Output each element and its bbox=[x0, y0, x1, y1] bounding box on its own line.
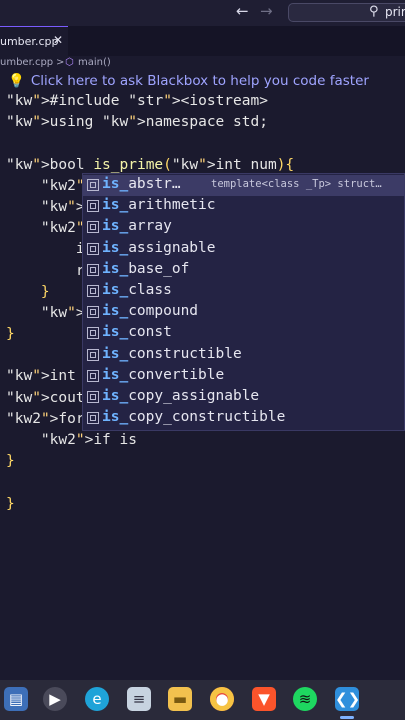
suggestion-item[interactable]: is_copy_assignable bbox=[83, 387, 404, 408]
struct-icon bbox=[87, 348, 99, 361]
suggestion-match: is_ bbox=[102, 409, 129, 426]
autocomplete-popup: is_abstr… template<class _Tp> struct… is… bbox=[82, 173, 405, 431]
suggestion-rest: convertible bbox=[128, 366, 225, 383]
suggestion-rest: class bbox=[128, 282, 172, 298]
suggestion-rest: array bbox=[128, 218, 172, 235]
tab-number-cpp[interactable]: umber.cpp ✕ bbox=[0, 26, 68, 56]
struct-icon bbox=[87, 412, 99, 425]
suggestion-item[interactable]: is_constructible bbox=[83, 345, 404, 366]
suggestion-item[interactable]: is_base_of bbox=[83, 260, 404, 281]
struct-icon bbox=[87, 263, 99, 276]
struct-icon bbox=[87, 369, 99, 382]
code-line: } bbox=[6, 495, 15, 512]
struct-icon bbox=[87, 200, 99, 213]
cube-icon: ⬡ bbox=[65, 57, 74, 68]
tab-bar: umber.cpp ✕ bbox=[0, 26, 405, 56]
breadcrumb-separator: > bbox=[56, 57, 65, 68]
suggestion-match: is_ bbox=[102, 324, 129, 341]
search-text: prir bbox=[385, 5, 405, 19]
suggestion-match: is_ bbox=[102, 345, 129, 362]
tab-label: umber.cpp bbox=[0, 35, 59, 48]
suggestion-rest: copy_constructible bbox=[128, 409, 286, 426]
blackbox-hint[interactable]: 💡 Click here to ask Blackbox to help you … bbox=[8, 73, 405, 91]
struct-icon bbox=[87, 327, 99, 340]
taskbar: ▤ ▶ e ≡ ▬ ● ▼ ≋ ❮❯ bbox=[0, 680, 405, 720]
struct-icon bbox=[87, 285, 99, 297]
code-line: "kw">#include "str"><iostream> bbox=[6, 93, 268, 109]
suggestion-rest: copy_assignable bbox=[128, 388, 260, 404]
vscode-icon[interactable]: ❮❯ bbox=[335, 687, 360, 711]
suggestion-match: is_ bbox=[102, 176, 129, 192]
struct-icon bbox=[87, 306, 99, 319]
code-line: "kw2">if is bbox=[40, 432, 137, 448]
suggestion-detail: template<class _Tp> struct… bbox=[211, 178, 382, 190]
suggestion-item[interactable]: is_convertible bbox=[83, 366, 404, 387]
suggestion-match: is_ bbox=[102, 303, 129, 320]
suggestion-item[interactable]: is_abstr… template<class _Tp> struct… bbox=[83, 175, 404, 197]
arrow-right-icon[interactable]: → bbox=[260, 2, 273, 20]
suggestion-match: is_ bbox=[102, 366, 129, 383]
lightbulb-icon: 💡 bbox=[8, 73, 25, 89]
suggestion-rest: base_of bbox=[128, 260, 190, 277]
suggestion-match: is_ bbox=[102, 197, 129, 214]
suggestion-rest: arithmetic bbox=[128, 197, 216, 214]
arrow-left-icon[interactable]: ← bbox=[236, 2, 249, 20]
suggestion-rest: assignable bbox=[128, 239, 216, 256]
folder-icon[interactable]: ▬ bbox=[168, 687, 192, 711]
suggestion-rest: compound bbox=[128, 303, 199, 320]
struct-icon bbox=[87, 242, 99, 255]
suggestion-item[interactable]: is_array bbox=[83, 217, 404, 238]
suggestion-item[interactable]: is_copy_constructible bbox=[83, 408, 404, 429]
brave-icon[interactable]: ▼ bbox=[252, 687, 276, 711]
suggestion-item[interactable]: is_arithmetic bbox=[83, 196, 404, 217]
suggestion-item[interactable]: is_compound bbox=[83, 302, 404, 323]
suggestion-item[interactable]: is_class bbox=[83, 281, 404, 302]
media-player-icon[interactable]: ▶ bbox=[43, 687, 67, 711]
suggestion-item[interactable]: is_assignable bbox=[83, 239, 404, 260]
suggestion-match: is_ bbox=[102, 239, 129, 256]
code-line: } bbox=[6, 453, 15, 470]
suggestion-match: is_ bbox=[102, 260, 129, 277]
active-indicator bbox=[340, 716, 354, 719]
suggestion-rest: abstr… bbox=[128, 176, 181, 192]
edge-icon[interactable]: e bbox=[85, 687, 109, 711]
breadcrumb: umber.cpp > ⬡ main() bbox=[0, 56, 405, 70]
suggestion-match: is_ bbox=[102, 218, 129, 235]
suggestion-match: is_ bbox=[102, 388, 129, 404]
hint-text: Click here to ask Blackbox to help you c… bbox=[30, 73, 369, 89]
suggestion-match: is_ bbox=[102, 282, 129, 298]
suggestion-rest: constructible bbox=[128, 345, 242, 362]
title-bar: ← → ⚲ prir bbox=[0, 0, 405, 26]
struct-icon bbox=[87, 179, 99, 191]
struct-icon bbox=[87, 391, 99, 403]
notepad-icon[interactable]: ≡ bbox=[127, 687, 151, 711]
struct-icon bbox=[87, 221, 99, 234]
chrome-icon[interactable]: ● bbox=[210, 687, 234, 711]
suggestion-item[interactable]: is_const bbox=[83, 323, 404, 344]
breadcrumb-file[interactable]: umber.cpp bbox=[0, 57, 53, 68]
spotify-icon[interactable]: ≋ bbox=[293, 687, 317, 711]
code-line: "kw">using "kw">namespace std; bbox=[6, 114, 268, 131]
file-explorer-icon[interactable]: ▤ bbox=[4, 687, 28, 711]
close-icon[interactable]: ✕ bbox=[53, 33, 63, 47]
suggestion-rest: const bbox=[128, 324, 172, 341]
search-icon: ⚲ bbox=[369, 4, 379, 19]
breadcrumb-symbol[interactable]: main() bbox=[78, 57, 111, 68]
command-center-search[interactable]: ⚲ prir bbox=[288, 3, 405, 22]
